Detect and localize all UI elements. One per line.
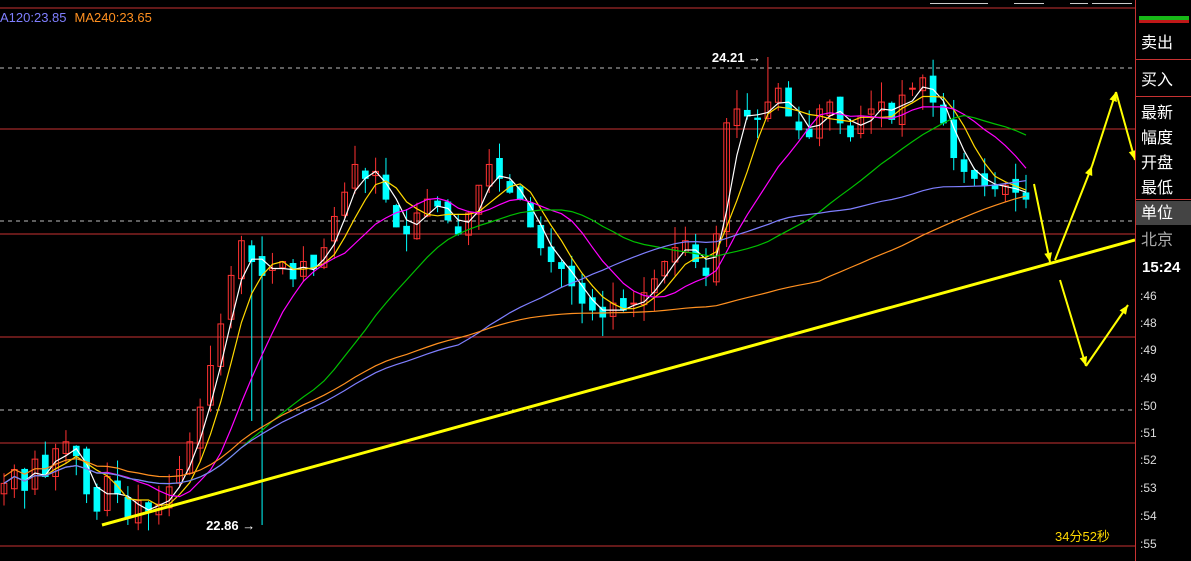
candle-body: [754, 117, 761, 120]
tick-time: :48: [1140, 316, 1157, 330]
projection-arrow-down-3: [1059, 279, 1087, 367]
projection-arrow-down-2: [1115, 91, 1135, 161]
top-tab[interactable]: [1014, 0, 1044, 4]
candle-body: [289, 263, 297, 280]
candle-body: [496, 158, 503, 179]
top-tab[interactable]: [1092, 0, 1132, 4]
tick-time: :52: [1140, 453, 1157, 467]
ma-legend: A120:23.85 MA240:23.65: [0, 10, 160, 25]
candle-body: [434, 200, 441, 207]
ma120-legend: A120:23.85: [0, 10, 67, 25]
candle-body: [93, 486, 101, 512]
candle-body: [909, 87, 916, 90]
candle-body: [547, 246, 555, 263]
side-item-buy[interactable]: 买入: [1136, 67, 1191, 97]
tick-time: :49: [1140, 343, 1157, 357]
projection-arrow-up-head: [1085, 166, 1093, 176]
projection-arrow-up-3: [1085, 304, 1129, 367]
ma240-legend: MA240:23.65: [74, 10, 152, 25]
tick-time: :46: [1140, 289, 1157, 303]
top-tab[interactable]: [930, 0, 988, 4]
chart-svg[interactable]: 24.21 → 22.86 →: [0, 0, 1135, 561]
side-item-open[interactable]: 开盘: [1136, 151, 1191, 175]
candle-body: [114, 480, 121, 495]
quote-side-panel: 卖出 买入 最新 幅度 开盘 最低 单位 北京 15:24 :46 :48 :4…: [1135, 0, 1191, 561]
side-item-sell[interactable]: 卖出: [1136, 30, 1191, 60]
candle-body: [392, 205, 400, 228]
side-item-unit[interactable]: 单位: [1136, 201, 1191, 225]
side-item-beijing[interactable]: 北京: [1136, 228, 1191, 252]
projection-arrow-down: [1033, 183, 1051, 263]
candle-body: [83, 448, 90, 495]
low-price-label: 22.86 →: [206, 518, 255, 533]
top-tab[interactable]: [1070, 0, 1088, 4]
ma120-line: [3, 180, 1027, 485]
tick-time: :53: [1140, 481, 1157, 495]
projection-arrow-down-head: [1044, 252, 1052, 262]
ma-green-line: [3, 114, 1027, 485]
ma240-line: [3, 195, 1027, 478]
high-price-label: 24.21 →: [712, 50, 761, 65]
countdown-timer: 34分52秒: [1055, 529, 1110, 544]
ma-mid-line: [3, 95, 1027, 507]
trendline: [101, 238, 1135, 527]
ma-long-line: [3, 106, 1027, 498]
side-item-latest[interactable]: 最新: [1136, 101, 1191, 125]
candle-body: [960, 159, 968, 172]
candle-body: [558, 262, 565, 269]
candle-body: [702, 267, 710, 276]
candle-body: [403, 225, 410, 235]
candle-body: [630, 302, 638, 305]
projection-arrow-up: [1054, 165, 1093, 261]
tick-time: :54: [1140, 509, 1157, 523]
side-item-range[interactable]: 幅度: [1136, 126, 1191, 150]
projection-arrow-up-3-head: [1119, 305, 1128, 315]
tick-time: :49: [1140, 371, 1157, 385]
candle-body: [836, 96, 844, 124]
tick-time: :50: [1140, 399, 1157, 413]
candle-body: [847, 125, 854, 138]
candle-body: [124, 497, 132, 519]
side-item-low[interactable]: 最低: [1136, 176, 1191, 200]
kline-chart[interactable]: 24.21 → 22.86 → A120:23.85 MA240:23.65 34分…: [0, 0, 1135, 561]
clock-time: 15:24: [1142, 259, 1181, 276]
candle-body: [950, 119, 958, 159]
tick-time: :55: [1140, 537, 1157, 551]
ma-short-line: [3, 86, 1027, 511]
ask-bar: [1139, 20, 1189, 23]
tick-time: :51: [1140, 426, 1157, 440]
candle-body: [795, 121, 803, 131]
